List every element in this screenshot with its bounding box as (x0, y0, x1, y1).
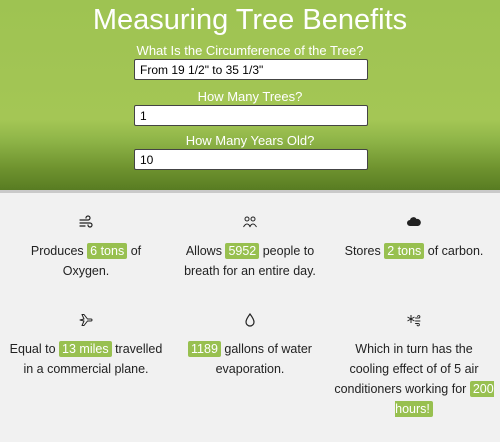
snowflake-wind-icon (407, 315, 421, 327)
benefit-text: Equal to 13 miles travelled in a commerc… (9, 341, 163, 376)
plane-value-badge: 13 miles (59, 341, 112, 357)
years-field[interactable] (134, 149, 368, 170)
people-benefit: Allows 5952 people to breath for an enti… (170, 215, 330, 281)
page-title: Measuring Tree Benefits (92, 4, 408, 36)
benefit-text: 1189 gallons of water evaporation. (170, 339, 330, 379)
header-divider (0, 190, 500, 193)
benefit-text: Stores 2 tons of carbon. (344, 243, 484, 259)
circumference-question: What Is the Circumference of the Tree? (136, 43, 364, 58)
trees-field[interactable] (134, 105, 368, 126)
benefit-text: Allows 5952 people to breath for an enti… (184, 243, 316, 278)
airplane-icon (79, 314, 93, 326)
carbon-value-badge: 2 tons (384, 243, 425, 259)
wind-icon (79, 215, 93, 228)
header-banner: Measuring Tree Benefits What Is the Circ… (0, 0, 500, 190)
trees-question: How Many Trees? (197, 89, 303, 104)
cloud-icon (407, 217, 421, 226)
water-value-badge: 1189 (188, 341, 221, 357)
oxygen-value-badge: 6 tons (87, 243, 128, 259)
carbon-benefit: Stores 2 tons of carbon. (334, 215, 494, 261)
people-icon (243, 216, 257, 228)
water-drop-icon (245, 313, 255, 327)
benefit-text: Produces 6 tons of Oxygen. (30, 243, 142, 278)
circumference-field[interactable] (134, 59, 368, 80)
water-benefit: 1189 gallons of water evaporation. (170, 313, 330, 379)
oxygen-benefit: Produces 6 tons of Oxygen. (6, 215, 166, 281)
plane-benefit: Equal to 13 miles travelled in a commerc… (6, 313, 166, 379)
years-question: How Many Years Old? (185, 133, 315, 148)
benefit-text: Which in turn has the cooling effect of … (334, 342, 494, 417)
cooling-benefit: Which in turn has the cooling effect of … (334, 313, 494, 419)
people-value-badge: 5952 (225, 243, 260, 259)
